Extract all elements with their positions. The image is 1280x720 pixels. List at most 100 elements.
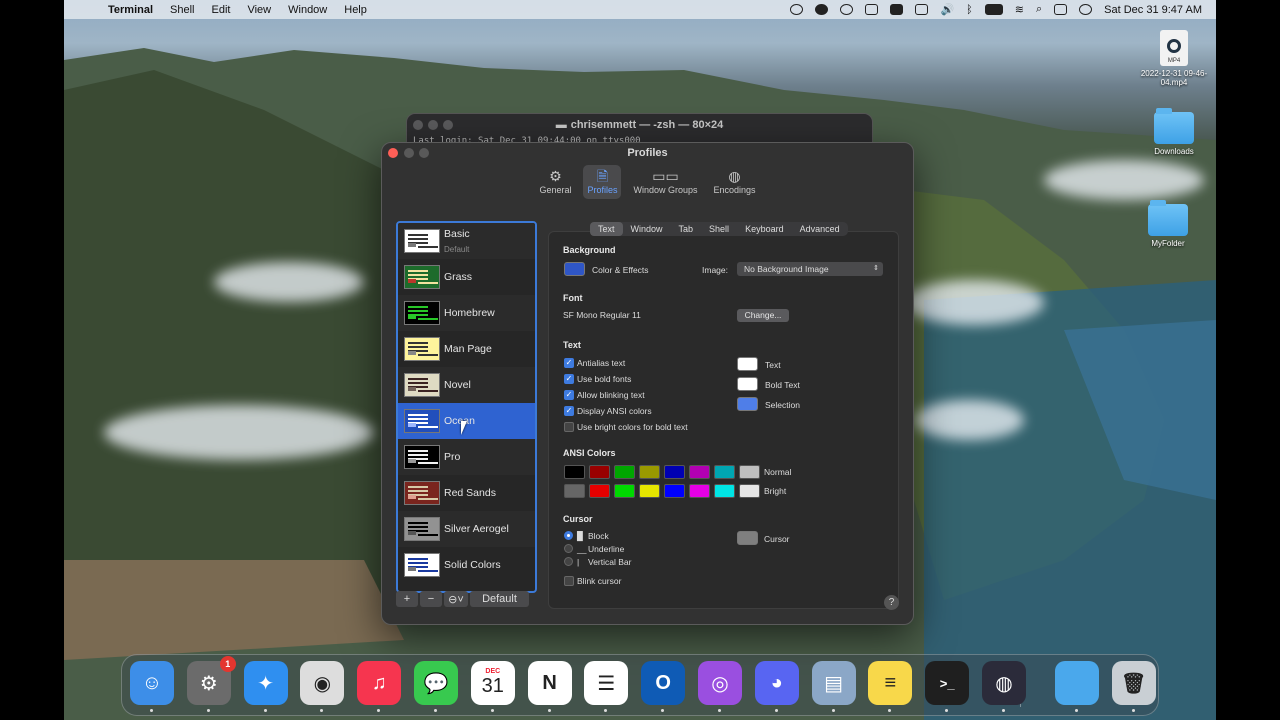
tab-text[interactable]: Text — [590, 222, 623, 236]
dock-app-obs[interactable]: ◍ — [982, 661, 1026, 705]
prefs-titlebar[interactable]: Profiles — [382, 143, 913, 163]
ansi-color-well[interactable] — [639, 465, 660, 479]
siri-icon[interactable] — [1079, 4, 1093, 15]
dock-app-calendar[interactable]: DEC 31 — [470, 661, 515, 705]
record-icon[interactable] — [840, 4, 854, 15]
dock-app-system-preferences[interactable]: ⚙ 1 — [186, 656, 236, 705]
dock-app-notes[interactable]: ≡ — [868, 661, 913, 705]
ansi-color-well[interactable] — [589, 465, 610, 479]
profile-item[interactable]: Solid Colors — [398, 547, 535, 583]
control-center-icon[interactable] — [1054, 4, 1068, 15]
dock-app-outlook[interactable]: O — [641, 661, 686, 705]
close-button[interactable] — [413, 120, 423, 130]
profile-item[interactable]: Ocean — [398, 403, 535, 439]
toolbar-window-groups[interactable]: ▭▭ Window Groups — [629, 165, 701, 199]
dock-app-chrome[interactable]: ◉ — [300, 661, 345, 705]
toolbar-profiles[interactable]: 🗎 Profiles — [583, 165, 622, 199]
ansi-color-well[interactable] — [614, 484, 635, 498]
ansi-color-well[interactable] — [564, 484, 585, 498]
ansi-color-well[interactable] — [639, 484, 660, 498]
toolbar-general[interactable]: ⚙ General — [535, 165, 575, 199]
desktop-item-video[interactable]: MP4 2022-12-31 09-46-04.mp4 — [1139, 30, 1209, 87]
close-button[interactable] — [388, 148, 398, 158]
profile-item[interactable]: Novel — [398, 367, 535, 403]
blink-cursor-checkbox[interactable] — [564, 576, 574, 586]
dock-app-finder[interactable]: ☺ — [130, 661, 174, 705]
menu-window[interactable]: Window — [288, 4, 327, 16]
ansi-color-well[interactable] — [614, 465, 635, 479]
tab-keyboard[interactable]: Keyboard — [737, 222, 792, 236]
profile-actions-button[interactable]: ⊖˅ — [444, 591, 468, 607]
bluetooth-icon[interactable]: ᛒ — [966, 4, 973, 16]
dock-app-podcasts[interactable]: ◎ — [698, 661, 742, 705]
terminal-titlebar[interactable]: ▬ chrisemmett — -zsh — 80×24 — [407, 114, 872, 136]
ansi-color-well[interactable] — [589, 484, 610, 498]
dock-app-discord[interactable]: ◕ — [754, 661, 799, 705]
tab-window[interactable]: Window — [623, 222, 671, 236]
profile-item[interactable]: Silver Aerogel — [398, 511, 535, 547]
status-app-icon[interactable] — [790, 4, 804, 15]
remove-profile-button[interactable]: − — [420, 591, 442, 607]
menu-clock[interactable]: Sat Dec 31 9:47 AM — [1104, 4, 1202, 16]
dock-app-safari[interactable]: ✦ — [243, 661, 288, 705]
windows-icon[interactable] — [915, 4, 929, 15]
menu-shell[interactable]: Shell — [170, 4, 194, 16]
cursor-style-radio[interactable] — [564, 544, 573, 553]
ansi-color-well[interactable] — [714, 465, 735, 479]
ansi-color-well[interactable] — [664, 465, 685, 479]
text-option-checkbox[interactable] — [564, 422, 574, 432]
dock-app-downloads[interactable] — [1054, 661, 1099, 705]
dock-app-preview[interactable]: ▤ — [811, 661, 856, 705]
cursor-color-well[interactable] — [737, 531, 758, 545]
help-button[interactable]: ? — [884, 595, 899, 610]
layout-icon[interactable] — [890, 4, 904, 15]
ansi-color-well[interactable] — [689, 465, 710, 479]
background-color-well[interactable] — [564, 262, 585, 276]
text-color-well[interactable] — [737, 357, 758, 371]
dock-app-messages[interactable]: 💬 — [414, 661, 458, 705]
ansi-color-well[interactable] — [739, 465, 760, 479]
text-option-checkbox[interactable]: ✓ — [564, 358, 574, 368]
minimize-button[interactable] — [428, 120, 438, 130]
text-option-checkbox[interactable]: ✓ — [564, 406, 574, 416]
tab-tab[interactable]: Tab — [671, 222, 702, 236]
zoom-button[interactable] — [419, 148, 429, 158]
zoom-button[interactable] — [443, 120, 453, 130]
ansi-color-well[interactable] — [664, 484, 685, 498]
ansi-color-well[interactable] — [714, 484, 735, 498]
dock-app-trash[interactable]: 🗑 — [1111, 661, 1156, 705]
add-profile-button[interactable]: + — [396, 591, 418, 607]
minimize-button[interactable] — [404, 148, 414, 158]
volume-icon[interactable]: 🔊 — [940, 3, 954, 16]
profile-item[interactable]: Pro — [398, 439, 535, 475]
dock-app-terminal[interactable]: >_ — [925, 661, 970, 705]
text-option-checkbox[interactable]: ✓ — [564, 390, 574, 400]
font-change-button[interactable]: Change... — [737, 309, 789, 322]
toolbar-encodings[interactable]: ◍ Encodings — [710, 165, 760, 199]
text-color-well[interactable] — [737, 397, 758, 411]
text-color-well[interactable] — [737, 377, 758, 391]
spotlight-search-icon[interactable]: ⌕ — [1036, 3, 1042, 16]
cursor-style-radio[interactable] — [564, 557, 573, 566]
background-image-select[interactable]: No Background Image ⇕ — [737, 262, 883, 276]
ansi-color-well[interactable] — [739, 484, 760, 498]
tab-shell[interactable]: Shell — [701, 222, 737, 236]
dock-app-music[interactable]: ♫ — [357, 661, 402, 705]
profile-item[interactable]: Man Page — [398, 331, 535, 367]
menu-edit[interactable]: Edit — [212, 4, 231, 16]
dock-app-reminders[interactable]: ☰ — [584, 661, 629, 705]
battery-icon[interactable] — [984, 4, 1003, 15]
profile-item[interactable]: Grass — [398, 259, 535, 295]
menu-view[interactable]: View — [247, 4, 271, 16]
text-option-checkbox[interactable]: ✓ — [564, 374, 574, 384]
tab-advanced[interactable]: Advanced — [792, 222, 848, 236]
desktop-item-downloads[interactable]: Downloads — [1139, 108, 1209, 156]
ansi-color-well[interactable] — [689, 484, 710, 498]
profile-item[interactable]: Homebrew — [398, 295, 535, 331]
cursor-style-radio[interactable] — [564, 531, 573, 540]
ansi-color-well[interactable] — [564, 465, 585, 479]
profile-item[interactable]: Red Sands — [398, 475, 535, 511]
cloud-icon[interactable] — [815, 4, 829, 15]
menu-help[interactable]: Help — [344, 4, 367, 16]
profile-item[interactable]: Basic Default — [398, 223, 535, 259]
